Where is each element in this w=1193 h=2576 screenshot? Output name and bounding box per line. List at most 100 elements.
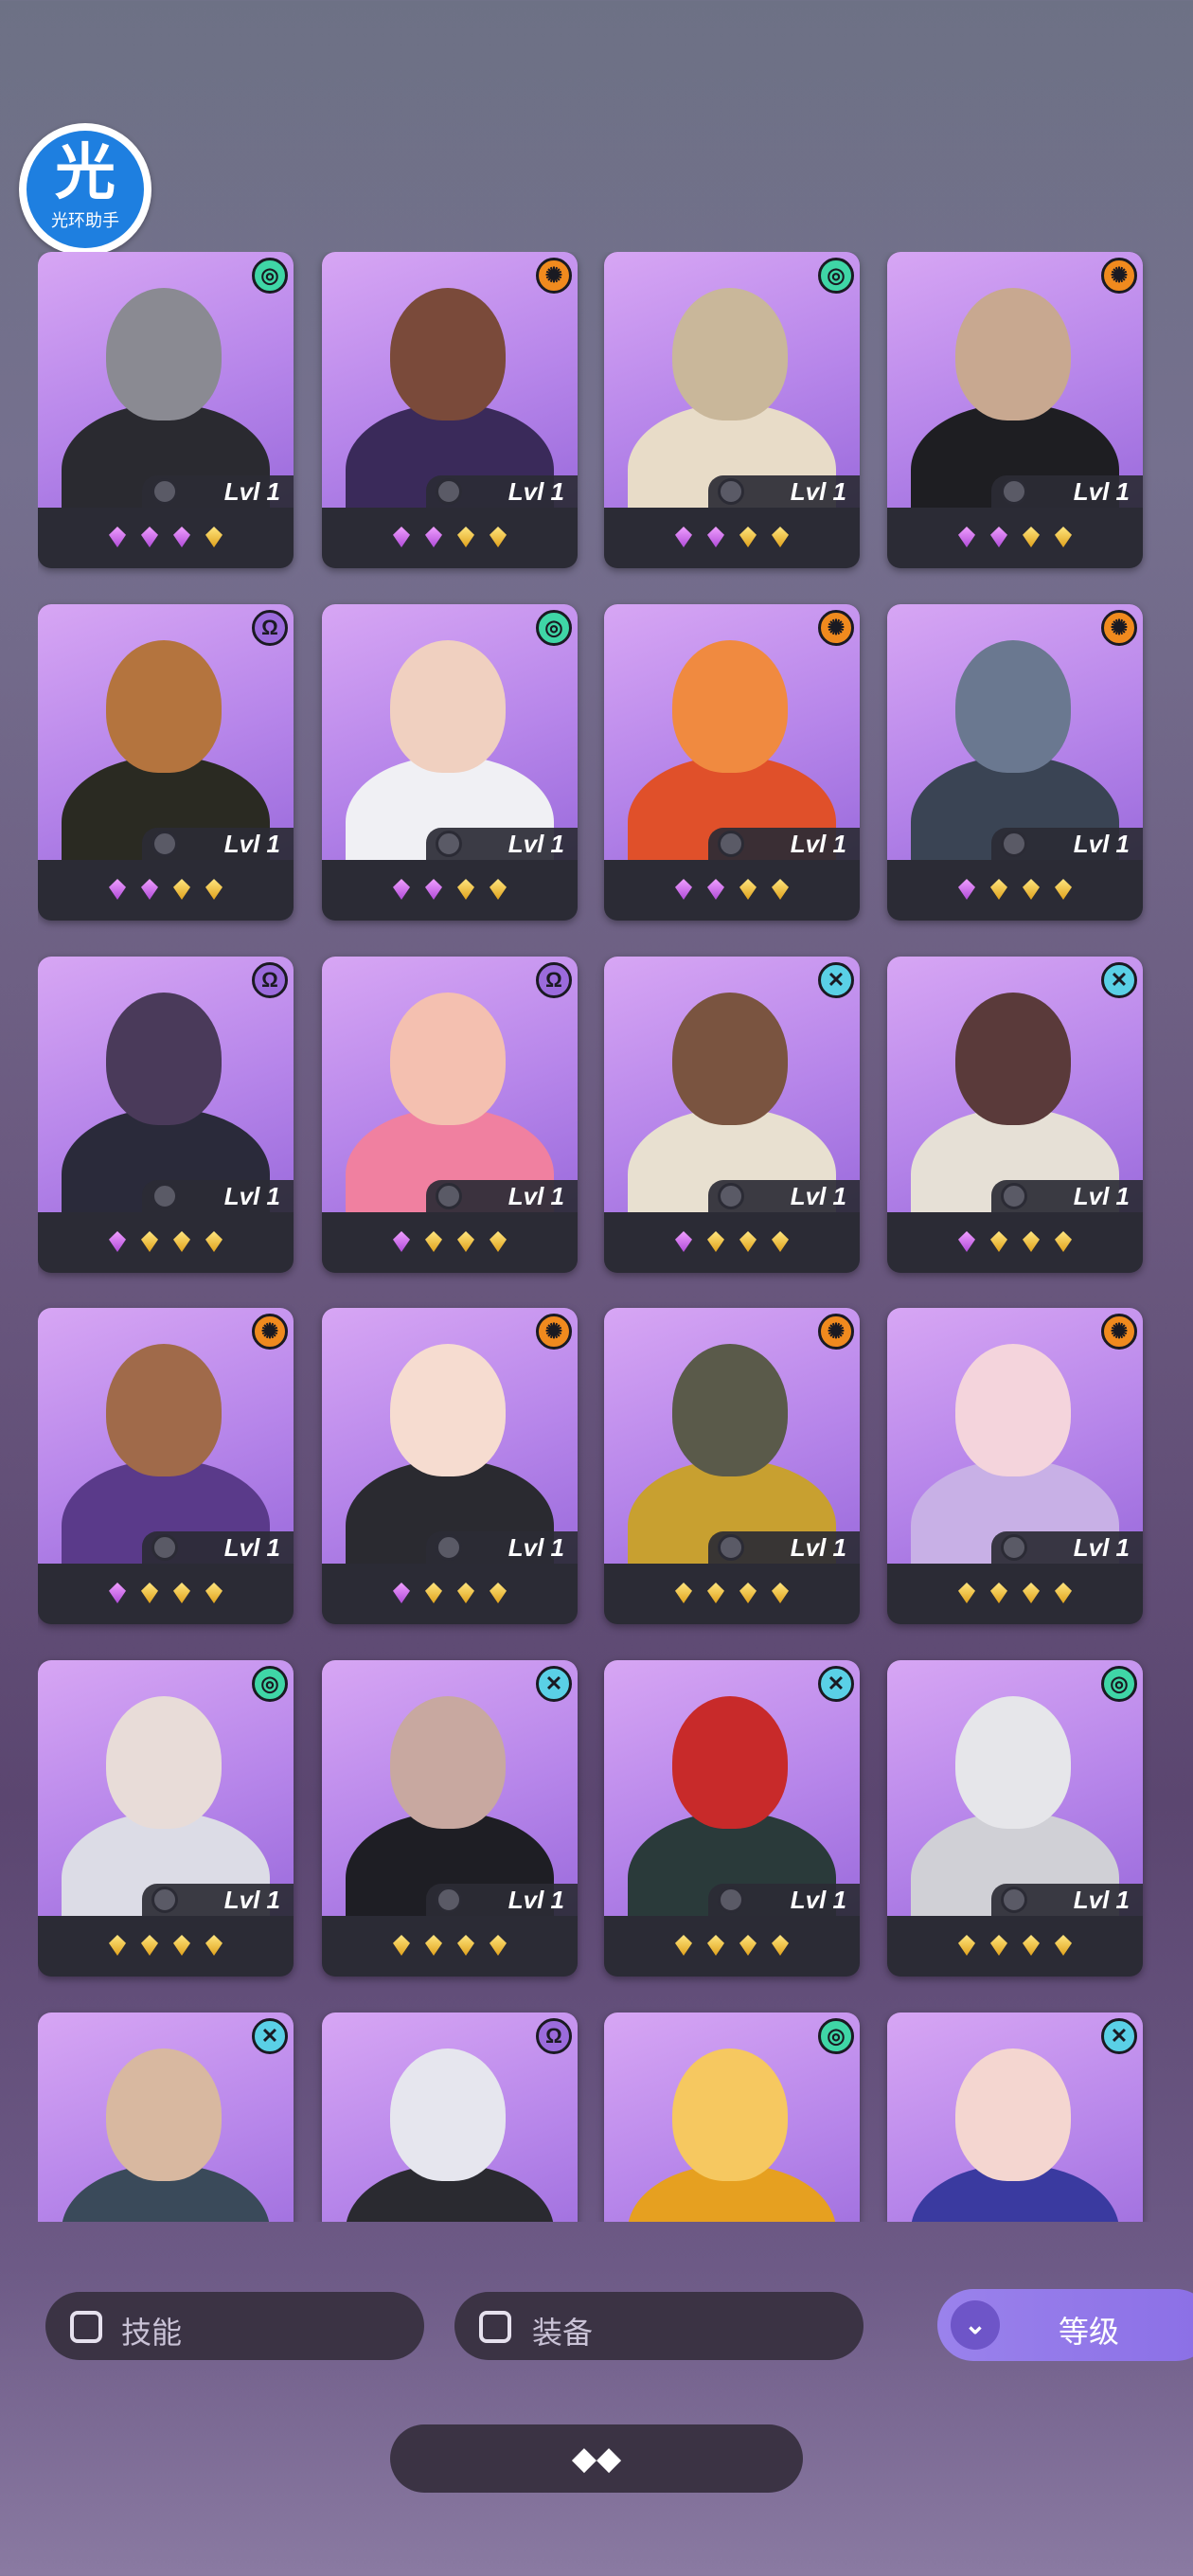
purple-gem-icon [707, 527, 724, 547]
gold-gem-icon [425, 1583, 442, 1603]
hero-figure-head [106, 1696, 222, 1829]
hero-figure-head [672, 288, 788, 420]
gold-gem-icon [457, 1231, 474, 1252]
equip-filter-label: 装备 [532, 2316, 594, 2350]
hero-level: Lvl 1 [1073, 1886, 1130, 1914]
gold-gem-icon [109, 1935, 126, 1956]
hero-card[interactable]: Ω Lvl 1 [38, 604, 294, 921]
hero-card[interactable]: ◎ Lvl 1 [38, 252, 294, 568]
hero-figure-head [955, 1344, 1071, 1476]
gold-gem-icon [490, 1935, 507, 1956]
hero-card[interactable]: ✕ Lvl 1 [322, 1660, 578, 1977]
gold-gem-icon [739, 1583, 757, 1603]
purple-gem-icon [958, 527, 975, 547]
hero-card[interactable]: ✕ Lvl 1 [887, 957, 1143, 1273]
purple-gem-icon [109, 1583, 126, 1603]
gear-slot-icon [718, 1183, 744, 1209]
hero-figure-head [106, 993, 222, 1125]
level-bar: Lvl 1 [142, 828, 294, 860]
hero-card[interactable]: ✺ Lvl 1 [604, 604, 860, 921]
hero-gem-rating [887, 1922, 1143, 1969]
gold-gem-icon [205, 1583, 223, 1603]
hero-figure-head [672, 2048, 788, 2181]
hero-card[interactable]: ◎ Lvl 1 [887, 1660, 1143, 1977]
hero-card[interactable]: ✕ Lvl 1 [604, 957, 860, 1273]
gold-gem-icon [490, 1583, 507, 1603]
hero-card[interactable]: ✺ Lvl 1 [322, 1308, 578, 1624]
hero-level: Lvl 1 [223, 1533, 280, 1562]
hero-gem-rating [887, 1218, 1143, 1265]
gold-gem-icon [707, 1935, 724, 1956]
purple-gem-icon [109, 879, 126, 900]
hero-gem-rating [38, 866, 294, 913]
hero-figure-head [672, 640, 788, 773]
double-chevron-down-icon: ⌄ [951, 2300, 1000, 2350]
hero-level: Lvl 1 [790, 830, 846, 858]
level-bar: Lvl 1 [142, 1531, 294, 1564]
gold-gem-icon [958, 1935, 975, 1956]
sun-icon: ✺ [536, 1314, 572, 1350]
hero-card[interactable]: ◎ Lvl 1 [38, 1660, 294, 1977]
swirl-icon: ◎ [536, 610, 572, 646]
hero-level: Lvl 1 [1073, 830, 1130, 858]
skill-filter-checkbox[interactable]: 技能 [45, 2292, 424, 2360]
hero-level: Lvl 1 [790, 1533, 846, 1562]
gold-gem-icon [141, 1231, 158, 1252]
hero-portrait: Ω [322, 2012, 578, 2222]
cross-icon: ✕ [1101, 2018, 1137, 2054]
hero-portrait: ✺ [322, 252, 578, 508]
app-logo-badge: 光 光环助手 [27, 131, 144, 248]
hero-figure-head [106, 2048, 222, 2181]
purple-gem-icon [393, 879, 410, 900]
hero-level: Lvl 1 [507, 1886, 564, 1914]
hero-card[interactable]: ✺ Lvl 1 [887, 604, 1143, 921]
equip-filter-checkbox[interactable]: 装备 [454, 2292, 864, 2360]
gold-gem-icon [1023, 1935, 1040, 1956]
level-bar: Lvl 1 [142, 1884, 294, 1916]
hero-card[interactable]: ✺ Lvl 1 [887, 252, 1143, 568]
warrior-icon: Ω [536, 962, 572, 998]
sun-icon: ✺ [252, 1314, 288, 1350]
hero-card[interactable]: ◎ Lvl 1 [604, 252, 860, 568]
hero-portrait: ✺ [887, 252, 1143, 508]
expand-panel-handle[interactable]: ◆◆ [390, 2424, 803, 2493]
hero-card[interactable]: ✺ Lvl 1 [322, 252, 578, 568]
hero-figure-head [955, 993, 1071, 1125]
level-bar: Lvl 1 [426, 1884, 578, 1916]
hero-gem-rating [604, 1922, 860, 1969]
cross-icon: ✕ [252, 2018, 288, 2054]
purple-gem-icon [173, 527, 190, 547]
gold-gem-icon [675, 1583, 692, 1603]
gold-gem-icon [1055, 527, 1072, 547]
gold-gem-icon [205, 1935, 223, 1956]
hero-card[interactable]: ◎ [604, 2012, 860, 2222]
app-logo[interactable]: 光 光环助手 [19, 123, 151, 256]
hero-card[interactable]: ✺ Lvl 1 [887, 1308, 1143, 1624]
hero-portrait: ✺ [887, 1308, 1143, 1564]
hero-card[interactable]: Ω Lvl 1 [322, 957, 578, 1273]
gold-gem-icon [772, 527, 789, 547]
hero-gem-rating [38, 1218, 294, 1265]
hero-card[interactable]: ✕ [887, 2012, 1143, 2222]
hero-card[interactable]: ✺ Lvl 1 [38, 1308, 294, 1624]
hero-gem-rating [322, 1218, 578, 1265]
sun-icon: ✺ [818, 1314, 854, 1350]
hero-card[interactable]: Ω [322, 2012, 578, 2222]
hero-card[interactable]: ✕ Lvl 1 [604, 1660, 860, 1977]
hero-card[interactable]: ◎ Lvl 1 [322, 604, 578, 921]
hero-card[interactable]: ✺ Lvl 1 [604, 1308, 860, 1624]
gold-gem-icon [1055, 1935, 1072, 1956]
gear-slot-icon [436, 1534, 462, 1561]
sort-by-level-button[interactable]: ⌄ 等级 [937, 2289, 1193, 2361]
purple-gem-icon [958, 879, 975, 900]
gold-gem-icon [772, 879, 789, 900]
hero-card[interactable]: ✕ [38, 2012, 294, 2222]
hero-portrait: ◎ [38, 1660, 294, 1916]
hero-portrait: ✺ [38, 1308, 294, 1564]
gold-gem-icon [990, 1231, 1007, 1252]
level-bar: Lvl 1 [708, 828, 860, 860]
gear-slot-icon [718, 1887, 744, 1913]
gold-gem-icon [173, 1935, 190, 1956]
hero-card[interactable]: Ω Lvl 1 [38, 957, 294, 1273]
level-bar: Lvl 1 [708, 475, 860, 508]
